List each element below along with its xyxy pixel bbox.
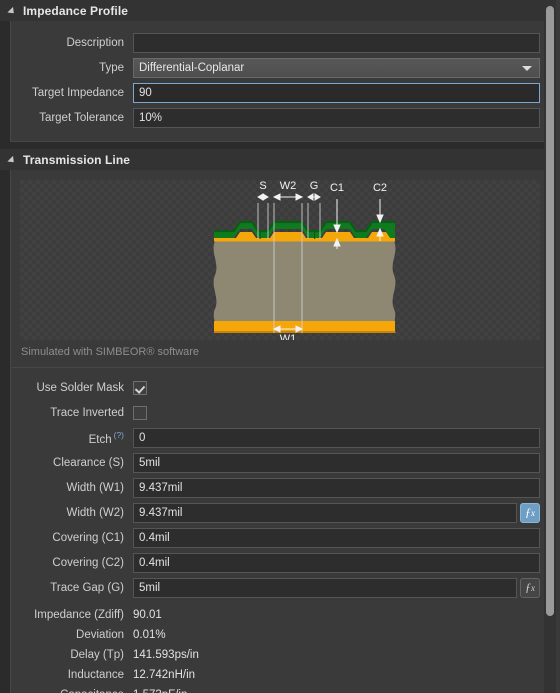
covering-c2-input[interactable]: 0.4mil (133, 552, 540, 573)
result-row-impedance: Impedance (Zdiff) 90.01 (11, 605, 549, 625)
label-width-w1: Width (W1) (66, 481, 125, 494)
vertical-scrollbar-thumb[interactable] (546, 6, 554, 616)
label-etch: Etch (?) (11, 430, 133, 446)
formula-button-width-w2[interactable]: ƒx (520, 502, 540, 523)
copper-base-film (214, 238, 395, 242)
width-w2-input[interactable]: 9.437mil (133, 502, 517, 523)
row-width-w1: Width (W1) 9.437mil (11, 475, 549, 500)
target-tolerance-input[interactable]: 10% (133, 107, 540, 128)
value-impedance-zdiff: 90.01 (133, 609, 162, 621)
label-trace-gap-g: Trace Gap (G) (50, 581, 124, 594)
label-trace-inverted: Trace Inverted (50, 406, 124, 419)
row-use-solder-mask: Use Solder Mask (11, 375, 549, 400)
row-description: Description (11, 30, 549, 55)
result-row-inductance: Inductance 12.742nH/in (11, 665, 549, 685)
section-header-impedance-profile[interactable]: Impedance Profile (0, 0, 560, 21)
label-capacitance: Capacitance (11, 689, 133, 693)
row-etch: Etch (?) 0 (11, 425, 549, 450)
value-delay-tp: 141.593ps/in (133, 649, 199, 661)
value-deviation: 0.01% (133, 629, 166, 641)
transmission-line-cross-section-diagram: S W2 G C1 C2 W1 (20, 180, 540, 340)
width-w1-input[interactable]: 9.437mil (133, 477, 540, 498)
row-covering-c2: Covering (C2) 0.4mil (11, 550, 549, 575)
collapse-triangle-icon[interactable] (7, 155, 17, 166)
cross-section-svg: S W2 G C1 C2 W1 (213, 180, 396, 340)
row-clearance-s: Clearance (S) 5mil (11, 450, 549, 475)
divider (12, 367, 548, 368)
row-trace-gap-g: Trace Gap (G) 5mil ƒx (11, 575, 549, 600)
description-input[interactable] (133, 32, 540, 53)
diagram-label-g: G (310, 180, 319, 192)
result-row-delay: Delay (Tp) 141.593ps/in (11, 645, 549, 665)
ground-plane-copper-shadow (214, 331, 395, 333)
trace-gap-g-input[interactable]: 5mil (133, 577, 517, 598)
section-title-impedance-profile: Impedance Profile (23, 3, 129, 18)
diagram-label-w2: W2 (280, 180, 297, 192)
row-trace-inverted: Trace Inverted (11, 400, 549, 425)
collapse-triangle-icon[interactable] (7, 6, 17, 17)
label-deviation: Deviation (76, 629, 124, 641)
label-target-impedance: Target Impedance (31, 86, 124, 99)
impedance-profile-panel: Impedance Profile Description Type Diffe… (0, 0, 560, 693)
mask-gap-1 (259, 231, 261, 239)
substrate-dielectric (213, 241, 396, 333)
dimension-arrows-horizontal (257, 193, 321, 201)
ground-plane-copper (214, 321, 395, 331)
trace-inverted-checkbox[interactable] (133, 405, 147, 420)
transmission-line-body: S W2 G C1 C2 W1 Simulated with SIMBEOR® … (10, 170, 550, 693)
label-use-solder-mask: Use Solder Mask (36, 381, 124, 394)
chevron-down-icon[interactable] (522, 65, 532, 71)
label-impedance-zdiff: Impedance (Zdiff) (34, 609, 124, 621)
use-solder-mask-checkbox[interactable] (133, 380, 147, 395)
help-icon[interactable]: (?) (114, 430, 124, 440)
label-delay-tp: Delay (Tp) (70, 649, 124, 661)
diagram-label-c2: C2 (373, 182, 387, 194)
simulation-note: Simulated with SIMBEOR® software (21, 346, 200, 358)
diagram-label-c1: C1 (330, 182, 344, 194)
diagram-label-s: S (259, 180, 266, 192)
etch-input[interactable]: 0 (133, 427, 540, 448)
result-row-deviation: Deviation 0.01% (11, 625, 549, 645)
label-clearance-s: Clearance (S) (53, 456, 124, 469)
clearance-s-input[interactable]: 5mil (133, 452, 540, 473)
label-target-tolerance: Target Tolerance (39, 111, 124, 124)
label-covering-c1: Covering (C1) (52, 531, 124, 544)
row-covering-c1: Covering (C1) 0.4mil (11, 525, 549, 550)
section-title-transmission-line: Transmission Line (23, 152, 131, 167)
diagram-label-w1: W1 (280, 333, 297, 340)
formula-button-trace-gap-g[interactable]: ƒx (520, 577, 540, 598)
right-gutter (556, 0, 560, 693)
label-inductance: Inductance (67, 669, 124, 681)
value-capacitance: 1.573pF/in (133, 689, 187, 693)
value-inductance: 12.742nH/in (133, 669, 196, 681)
result-row-capacitance: Capacitance 1.573pF/in (11, 685, 549, 693)
row-type: Type Differential-Coplanar (11, 55, 549, 80)
type-dropdown-value: Differential-Coplanar (139, 61, 245, 74)
vertical-scrollbar-track[interactable] (544, 0, 556, 693)
row-target-impedance: Target Impedance 90 (11, 80, 549, 105)
target-impedance-input[interactable]: 90 (133, 82, 540, 103)
section-header-transmission-line[interactable]: Transmission Line (0, 149, 560, 170)
label-etch-text: Etch (88, 433, 112, 446)
label-covering-c2: Covering (C2) (52, 556, 124, 569)
label-type: Type (99, 61, 124, 74)
row-target-tolerance: Target Tolerance 10% (11, 105, 549, 130)
label-width-w2: Width (W2) (66, 506, 125, 519)
label-description: Description (66, 36, 124, 49)
mask-gap-2 (314, 231, 316, 239)
row-width-w2: Width (W2) 9.437mil ƒx (11, 500, 549, 525)
type-dropdown[interactable]: Differential-Coplanar (133, 57, 540, 78)
impedance-profile-body: Description Type Differential-Coplanar T… (10, 21, 550, 142)
covering-c1-input[interactable]: 0.4mil (133, 527, 540, 548)
